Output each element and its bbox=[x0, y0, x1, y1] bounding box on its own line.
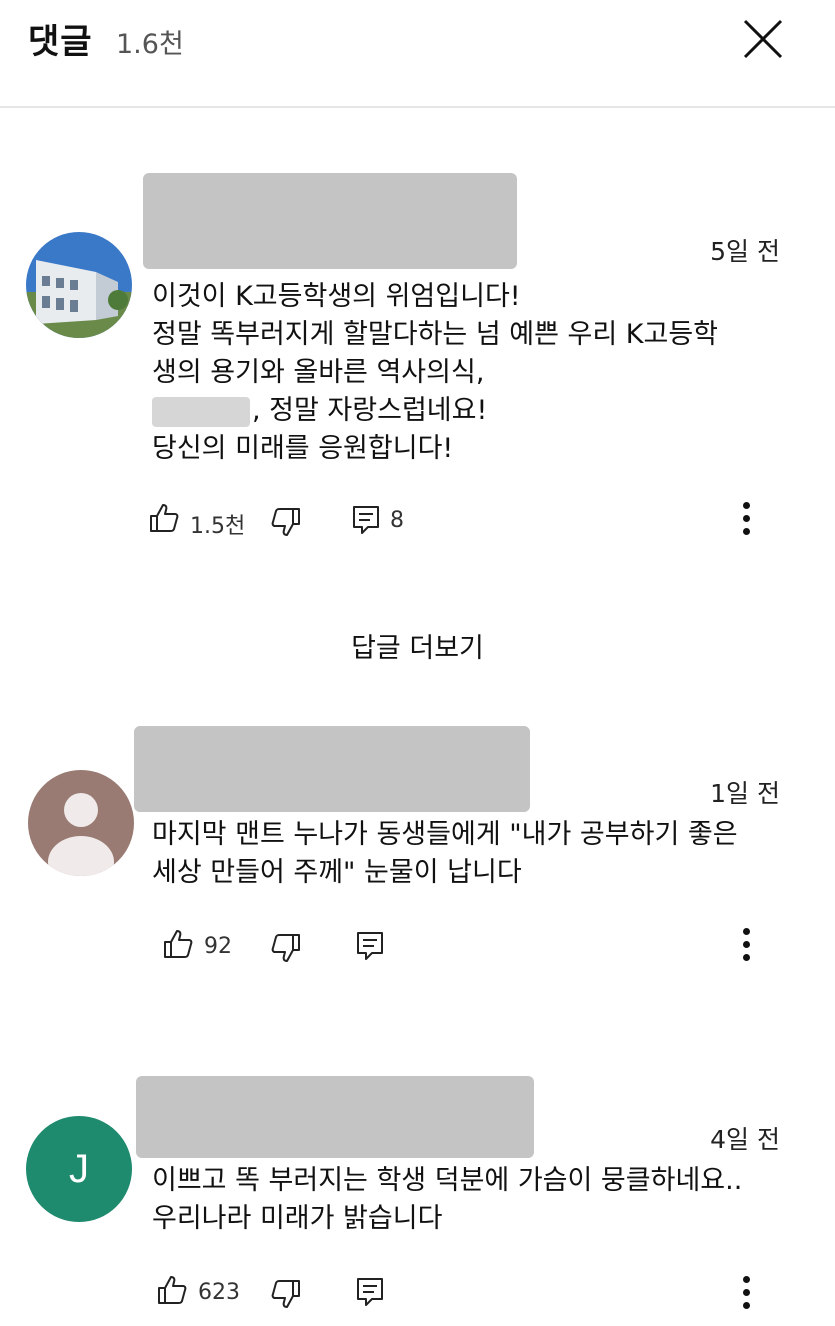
comment-line: 정말 똑부러지게 할말다하는 넘 예쁜 우리 K고등학 bbox=[152, 319, 718, 350]
thumbs-up-icon bbox=[164, 930, 193, 958]
reply-button[interactable] bbox=[354, 1276, 386, 1308]
building-photo-avatar bbox=[26, 232, 132, 338]
thumbs-down-icon bbox=[271, 1280, 300, 1308]
dislike-button[interactable] bbox=[270, 1278, 302, 1310]
reply-icon bbox=[357, 932, 383, 960]
redacted-username bbox=[136, 1076, 534, 1158]
comment-timestamp: 1일 전 bbox=[710, 779, 780, 808]
thumbs-up-icon bbox=[150, 504, 179, 532]
comment-line: 이쁘고 똑 부러지는 학생 덕분에 가슴이 뭉클하네요.. bbox=[152, 1165, 743, 1196]
comment-actions: 623 bbox=[0, 1274, 835, 1314]
comment-text: 마지막 맨트 누나가 동생들에게 "내가 공부하기 좋은 세상 만들어 주께" … bbox=[152, 816, 792, 892]
comment-actions: 92 bbox=[0, 928, 835, 968]
comment-line: 세상 만들어 주께" 눈물이 납니다 bbox=[152, 857, 522, 888]
redacted-username bbox=[143, 173, 517, 269]
comment-timestamp: 4일 전 bbox=[710, 1125, 780, 1154]
like-count: 623 bbox=[198, 1280, 240, 1305]
dislike-button[interactable] bbox=[270, 932, 302, 964]
comment-line-redacted: , 정말 자랑스럽네요! bbox=[152, 392, 792, 430]
like-button[interactable] bbox=[162, 928, 194, 960]
redacted-text bbox=[152, 396, 250, 427]
thumbs-down-icon bbox=[271, 934, 300, 962]
comment-line: 우리나라 미래가 밝습니다 bbox=[152, 1203, 443, 1234]
reply-button[interactable] bbox=[350, 504, 382, 536]
more-options-button[interactable] bbox=[736, 498, 756, 542]
like-count: 92 bbox=[204, 934, 232, 959]
dislike-button[interactable] bbox=[270, 506, 302, 538]
comment-text: 이쁘고 똑 부러지는 학생 덕분에 가슴이 뭉클하네요.. 우리나라 미래가 밝… bbox=[152, 1162, 792, 1238]
comment-line: 당신의 미래를 응원합니다! bbox=[152, 433, 454, 464]
comment-line: 마지막 맨트 누나가 동생들에게 "내가 공부하기 좋은 bbox=[152, 819, 738, 850]
close-button[interactable] bbox=[738, 14, 788, 64]
comment-actions: 1.5천 8 bbox=[0, 500, 835, 540]
default-user-icon bbox=[48, 793, 114, 876]
like-button[interactable] bbox=[148, 502, 180, 534]
redacted-username bbox=[134, 726, 530, 812]
comment-line: 이것이 K고등학생의 위엄입니다! bbox=[152, 281, 521, 312]
comments-header: 댓글 1.6천 bbox=[0, 0, 835, 108]
reply-icon bbox=[353, 506, 379, 534]
more-options-button[interactable] bbox=[736, 924, 756, 968]
comment-timestamp: 5일 전 bbox=[710, 237, 780, 266]
comments-title: 댓글 bbox=[28, 22, 93, 62]
thumbs-up-icon bbox=[158, 1276, 187, 1304]
like-button[interactable] bbox=[156, 1274, 188, 1306]
comments-count: 1.6천 bbox=[116, 29, 184, 60]
avatar[interactable]: J bbox=[26, 1116, 132, 1222]
comment-text: 이것이 K고등학생의 위엄입니다! 정말 똑부러지게 할말다하는 넘 예쁜 우리… bbox=[152, 278, 792, 468]
comment-line: , 정말 자랑스럽네요! bbox=[252, 395, 488, 426]
like-count: 1.5천 bbox=[190, 514, 246, 539]
avatar[interactable] bbox=[28, 770, 134, 876]
reply-button[interactable] bbox=[354, 930, 386, 962]
avatar[interactable] bbox=[26, 232, 132, 338]
reply-count: 8 bbox=[390, 508, 404, 533]
more-replies-link[interactable]: 답글 더보기 bbox=[0, 626, 835, 665]
more-options-button[interactable] bbox=[736, 1272, 756, 1316]
close-icon bbox=[743, 19, 783, 59]
comment-line: 생의 용기와 올바른 역사의식, bbox=[152, 357, 485, 388]
thumbs-down-icon bbox=[271, 508, 300, 536]
avatar-letter: J bbox=[69, 1147, 89, 1191]
reply-icon bbox=[357, 1278, 383, 1306]
